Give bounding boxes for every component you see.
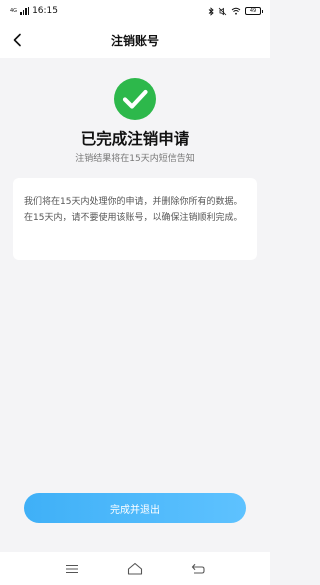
mute-icon (218, 7, 227, 15)
carrier-label: 4G (10, 8, 18, 14)
return-button[interactable] (188, 559, 208, 579)
menu-button[interactable] (62, 559, 82, 579)
wifi-icon (231, 7, 241, 15)
info-card: 我们将在15天内处理你的申请，并删除你所有的数据。在15天内，请不要使用该账号，… (13, 178, 257, 260)
status-left: 4G 16:15 (10, 6, 58, 16)
status-bar: 4G 16:15 49 (0, 0, 270, 22)
home-icon (127, 562, 143, 575)
battery-icon: 49 (245, 7, 263, 15)
check-circle-icon (114, 78, 156, 120)
back-button[interactable] (8, 31, 26, 49)
return-icon (192, 563, 205, 574)
home-button[interactable] (125, 559, 145, 579)
system-nav-bar (0, 552, 270, 585)
success-title: 已完成注销申请 (80, 130, 190, 148)
chevron-left-icon (13, 33, 21, 47)
menu-icon (65, 564, 78, 573)
status-right: 49 (208, 6, 263, 16)
success-subtitle: 注销结果将在15天内短信告知 (75, 154, 195, 164)
status-time: 16:15 (32, 6, 58, 16)
signal-icon (20, 7, 30, 15)
battery-level: 49 (249, 7, 257, 14)
info-text: 我们将在15天内处理你的申请，并删除你所有的数据。在15天内，请不要使用该账号，… (24, 197, 243, 223)
bluetooth-icon (208, 6, 214, 16)
nav-bar: 注销账号 (0, 22, 270, 58)
done-exit-button[interactable]: 完成并退出 (24, 493, 246, 523)
page-title: 注销账号 (110, 33, 159, 48)
